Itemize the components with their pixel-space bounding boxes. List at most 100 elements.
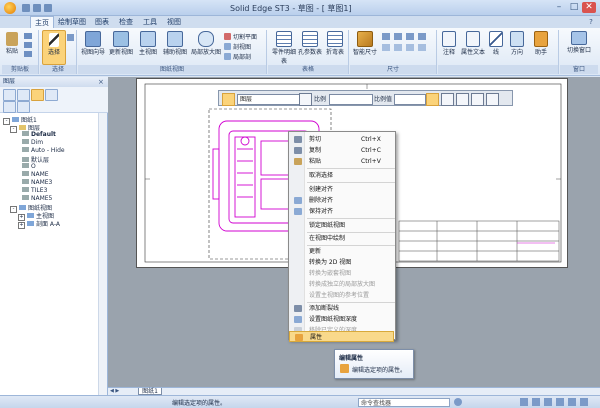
format-painter-icon[interactable]	[24, 51, 32, 57]
app-logo-icon[interactable]	[4, 2, 16, 14]
collapse-icon[interactable]: -	[10, 206, 17, 213]
tab-nav-icons[interactable]: ◀ ▶	[110, 388, 130, 395]
section-view-button[interactable]: 剖视图	[224, 42, 251, 51]
tree-item[interactable]: Auto - Hide	[22, 147, 65, 154]
angle-dim-icon[interactable]	[394, 33, 402, 40]
hole-table-button[interactable]: 孔参数表	[298, 31, 322, 56]
fit-icon[interactable]	[544, 398, 552, 406]
menu-item-paste[interactable]: 粘贴 Ctrl+V	[289, 156, 397, 167]
menu-item-cut[interactable]: 剪切 Ctrl+X	[289, 134, 397, 145]
select-filter-icon[interactable]	[67, 34, 74, 41]
menu-item-update[interactable]: 更新	[289, 246, 397, 257]
menu-item-copy[interactable]: 复制 Ctrl+C	[289, 145, 397, 156]
distance-dim-icon[interactable]	[382, 33, 390, 40]
tab-inspect[interactable]: 检查	[116, 16, 136, 28]
ratio-input[interactable]	[394, 94, 426, 105]
tab-sketch[interactable]: 绘制草图	[56, 16, 88, 28]
undo-icon[interactable]	[33, 4, 41, 12]
detail-view-button[interactable]: 局部放大图	[190, 31, 222, 56]
rotate-view-icon[interactable]	[456, 93, 469, 106]
layer-active-icon[interactable]	[31, 89, 44, 101]
collapse-icon[interactable]: -	[3, 118, 10, 125]
dim-style-icon[interactable]	[382, 44, 390, 51]
scrollbar[interactable]	[98, 113, 107, 398]
zoom-area-icon[interactable]	[520, 398, 528, 406]
paste-button[interactable]: 粘贴	[4, 32, 20, 55]
search-icon[interactable]	[454, 398, 462, 406]
tree-item[interactable]: TILE3	[22, 187, 47, 194]
tree-item[interactable]: + 剖面 A-A	[18, 219, 60, 229]
command-finder-input[interactable]: 命令查找器	[358, 398, 450, 407]
menu-item-set-reference[interactable]: 设置主视图的参考位置	[289, 290, 397, 301]
layer-move-icon[interactable]	[3, 101, 16, 113]
pan-icon[interactable]	[556, 398, 564, 406]
tree-item[interactable]: NAME5	[22, 195, 52, 202]
auxiliary-view-button[interactable]: 辅助视图	[162, 31, 188, 56]
menu-item-convert-2d[interactable]: 转换为 2D 视图	[289, 257, 397, 268]
menu-item-convert-detail[interactable]: 转换成独立的局部放大图	[289, 279, 397, 290]
tree-item[interactable]: NAME3	[22, 179, 52, 186]
property-text-button[interactable]: 属性文本	[460, 31, 486, 56]
tab-view[interactable]: 视图	[164, 16, 184, 28]
rotate-icon[interactable]	[568, 398, 576, 406]
layer-new-icon[interactable]	[3, 89, 16, 101]
tree-item[interactable]: Default	[22, 131, 56, 138]
dim-stack-icon[interactable]	[418, 44, 426, 51]
lock-scale-icon[interactable]	[426, 93, 439, 106]
zoom-icon[interactable]	[532, 398, 540, 406]
bend-table-button[interactable]: 折弯表	[323, 31, 347, 56]
tab-tools[interactable]: 工具	[140, 16, 160, 28]
menu-item-keep-align[interactable]: 保持对齐	[289, 206, 397, 217]
dim-axis-icon[interactable]	[394, 44, 402, 51]
select-arrow-icon[interactable]	[222, 93, 235, 106]
layer-show-icon[interactable]	[17, 89, 30, 101]
line-button[interactable]: 线	[488, 31, 504, 56]
principal-view-button[interactable]: 主视图	[136, 31, 160, 56]
menu-item-add-break[interactable]: 添加断裂线	[289, 303, 397, 314]
help-icon[interactable]: ?	[585, 16, 597, 28]
expand-icon[interactable]: +	[18, 222, 25, 229]
maximize-button[interactable]: □	[567, 2, 581, 13]
tree-item[interactable]: NAME	[22, 171, 49, 178]
menu-item-lock-view[interactable]: 锁定图纸视图	[289, 220, 397, 231]
scale-select[interactable]	[329, 94, 373, 105]
copy-icon[interactable]	[24, 42, 32, 48]
layer-delete-icon[interactable]	[17, 101, 30, 113]
menu-item-delete-align[interactable]: 删除对齐	[289, 195, 397, 206]
assistant-button[interactable]: 助手	[530, 31, 552, 56]
redo-icon[interactable]	[44, 4, 52, 12]
layer-select[interactable]: 图层	[237, 94, 301, 105]
annotation-button[interactable]: 注释	[440, 31, 458, 56]
direction-button[interactable]: 方向	[506, 31, 528, 56]
update-view-button[interactable]: 更新视图	[108, 31, 134, 56]
save-icon[interactable]	[22, 4, 30, 12]
view-wizard-button[interactable]: 视图向导	[80, 31, 106, 56]
menu-item-create-align[interactable]: 创建对齐	[289, 184, 397, 195]
tree-item[interactable]: Dim	[22, 139, 43, 146]
view-style-icon[interactable]	[580, 398, 588, 406]
close-button[interactable]: ✕	[582, 2, 596, 13]
symmetric-dim-icon[interactable]	[418, 33, 426, 40]
coordinate-dim-icon[interactable]	[406, 33, 414, 40]
select-button[interactable]: 选择	[42, 30, 66, 65]
minimize-button[interactable]: –	[552, 2, 566, 13]
sheet-tab-active[interactable]: 图纸1	[138, 388, 162, 395]
cut-plane-button[interactable]: 切割平面	[224, 32, 257, 41]
broken-out-button[interactable]: 局部剖	[224, 52, 251, 61]
tab-chart[interactable]: 图表	[92, 16, 112, 28]
smart-dimension-button[interactable]: 智能尺寸	[352, 31, 378, 56]
menu-item-draw-in-view[interactable]: 在视图中绘制	[289, 233, 397, 244]
close-panel-icon[interactable]: ×	[98, 78, 106, 86]
lock-icon[interactable]	[471, 93, 484, 106]
menu-item-properties[interactable]: 属性	[289, 331, 394, 342]
view-display-icon[interactable]	[486, 93, 499, 106]
tree-item[interactable]: O	[22, 163, 36, 170]
menu-item-deselect[interactable]: 取消选择	[289, 170, 397, 181]
aligned-icon[interactable]	[441, 93, 454, 106]
cut-icon[interactable]	[24, 33, 32, 39]
layer-hide-icon[interactable]	[45, 89, 58, 101]
view-properties-icon[interactable]	[299, 93, 312, 106]
dim-chain-icon[interactable]	[406, 44, 414, 51]
parts-list-button[interactable]: 零件明细表	[270, 31, 298, 65]
menu-item-set-depth[interactable]: 设置图纸视图深度	[289, 314, 397, 325]
